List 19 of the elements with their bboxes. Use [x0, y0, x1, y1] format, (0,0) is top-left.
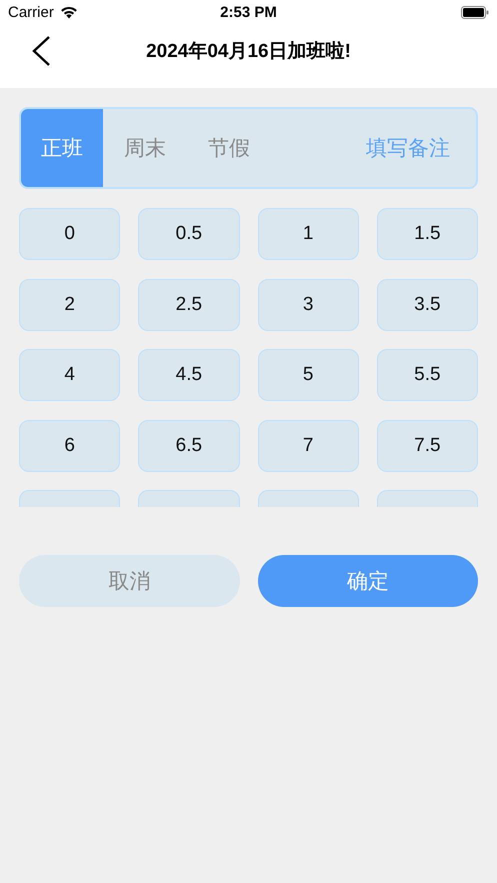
hours-option[interactable]: 1.5 — [376, 208, 478, 260]
hours-option[interactable]: 5.5 — [376, 349, 478, 401]
hours-option[interactable]: 4 — [19, 349, 120, 401]
clock-text: 2:53 PM — [220, 4, 277, 21]
hours-option[interactable]: 1 — [258, 208, 359, 260]
hours-option[interactable]: 7 — [258, 420, 359, 472]
hours-option[interactable]: 7.5 — [376, 420, 478, 472]
carrier-text: Carrier — [8, 4, 54, 21]
hours-option[interactable]: 6 — [19, 420, 120, 472]
hours-option[interactable]: 0.5 — [138, 208, 240, 260]
hours-option[interactable]: 4.5 — [138, 349, 240, 401]
hours-option[interactable]: 3 — [258, 278, 359, 330]
hours-option[interactable]: 0 — [19, 208, 120, 260]
hours-option[interactable]: 6.5 — [138, 420, 240, 472]
hours-option[interactable]: 2 — [19, 278, 120, 330]
hours-option[interactable]: 2.5 — [138, 278, 240, 330]
hours-option[interactable]: 5 — [258, 349, 359, 401]
page-title: 2024年04月16日加班啦! — [146, 40, 351, 64]
hours-option[interactable]: 3.5 — [376, 278, 478, 330]
